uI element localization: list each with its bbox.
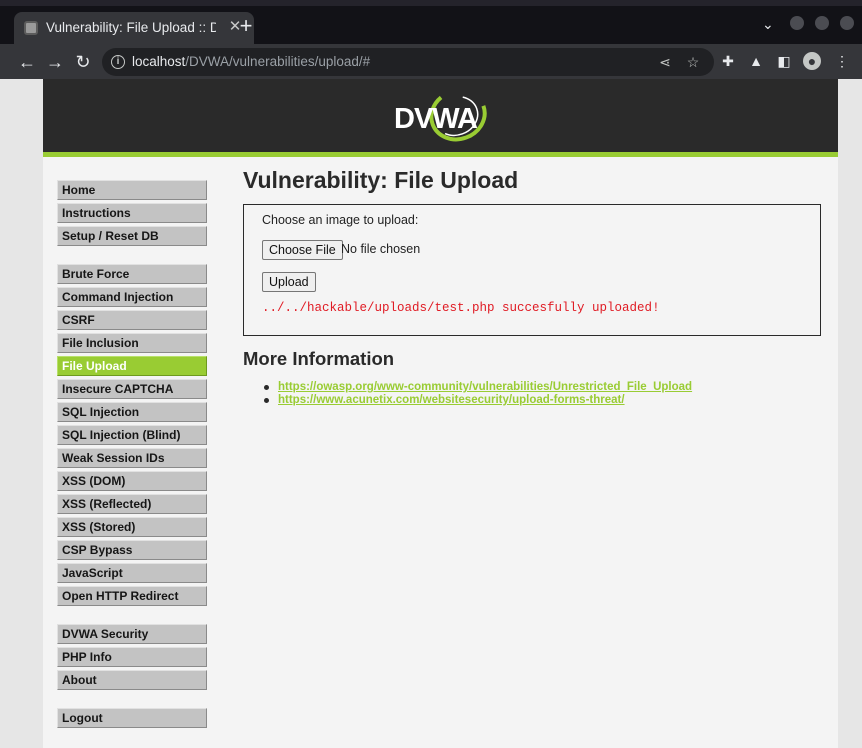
owasp-link[interactable]: https://owasp.org/www-community/vulnerab… (278, 381, 692, 393)
active-tab[interactable]: Vulnerability: File Upload :: Damn Vulne… (14, 12, 254, 44)
page-viewport: DVWA Home Instructions Setup / Reset DB … (0, 79, 862, 748)
url-path: /DVWA/vulnerabilities/upload/# (185, 54, 371, 69)
close-window-button[interactable] (840, 16, 854, 30)
list-item: https://www.acunetix.com/websitesecurity… (261, 394, 692, 407)
forward-icon[interactable]: → (45, 52, 65, 72)
menu-item-insecure-captcha[interactable]: Insecure CAPTCHA (57, 379, 207, 399)
profile-icon[interactable]: ● (803, 52, 821, 70)
star-icon[interactable]: ☆ (684, 53, 702, 71)
window-top-edge (0, 0, 862, 6)
tab-title: Vulnerability: File Upload :: Damn Vulne… (46, 20, 216, 35)
menu-item-open-http-redirect[interactable]: Open HTTP Redirect (57, 586, 207, 606)
maximize-button[interactable] (815, 16, 829, 30)
menu-item-home[interactable]: Home (57, 180, 207, 200)
page-title: Vulnerability: File Upload (243, 167, 519, 193)
menu-item-logout[interactable]: Logout (57, 708, 207, 728)
more-info-links: https://owasp.org/www-community/vulnerab… (261, 381, 692, 407)
choose-file-button[interactable]: Choose File (262, 240, 343, 260)
menu-item-file-upload[interactable]: File Upload (57, 356, 207, 376)
menu-divider (57, 609, 207, 624)
menu-item-xss-dom[interactable]: XSS (DOM) (57, 471, 207, 491)
menu-item-command-injection[interactable]: Command Injection (57, 287, 207, 307)
upload-button[interactable]: Upload (262, 272, 316, 292)
tab-strip: Vulnerability: File Upload :: Damn Vulne… (0, 0, 862, 44)
tab-search-chevron-icon[interactable]: ⌄ (762, 16, 774, 33)
labs-icon[interactable]: ▲ (747, 52, 765, 70)
new-tab-icon[interactable]: + (236, 15, 256, 37)
menu-item-brute-force[interactable]: Brute Force (57, 264, 207, 284)
header-accent-stripe (43, 152, 838, 157)
menu-item-sql-injection-blind[interactable]: SQL Injection (Blind) (57, 425, 207, 445)
extensions-icon[interactable]: ✚ (719, 52, 737, 70)
main-content: Vulnerability: File Upload Choose an ima… (243, 165, 823, 406)
menu-item-instructions[interactable]: Instructions (57, 203, 207, 223)
menu-divider (57, 249, 207, 264)
site-header: DVWA (43, 79, 838, 157)
sidebar-menu: Home Instructions Setup / Reset DB Brute… (57, 180, 207, 731)
address-bar[interactable]: i localhost/DVWA/vulnerabilities/upload/… (102, 48, 714, 76)
menu-item-php-info[interactable]: PHP Info (57, 647, 207, 667)
menu-icon[interactable]: ⋮ (833, 52, 851, 70)
menu-item-csrf[interactable]: CSRF (57, 310, 207, 330)
acunetix-link[interactable]: https://www.acunetix.com/websitesecurity… (278, 394, 625, 406)
list-item: https://owasp.org/www-community/vulnerab… (261, 381, 692, 394)
upload-form-box: Choose an image to upload: Choose File N… (243, 204, 821, 336)
dvwa-favicon-icon (24, 21, 38, 35)
info-icon[interactable]: i (111, 55, 125, 69)
menu-divider (57, 693, 207, 708)
no-file-chosen-text: No file chosen (341, 242, 421, 256)
reload-icon[interactable]: ↻ (73, 52, 93, 72)
menu-item-about[interactable]: About (57, 670, 207, 690)
more-information-heading: More Information (243, 348, 395, 369)
upload-result-message: ../../hackable/uploads/test.php succesfu… (262, 301, 660, 315)
menu-item-dvwa-security[interactable]: DVWA Security (57, 624, 207, 644)
menu-item-xss-reflected[interactable]: XSS (Reflected) (57, 494, 207, 514)
url-host: localhost (132, 54, 186, 69)
menu-item-xss-stored[interactable]: XSS (Stored) (57, 517, 207, 537)
dvwa-logo[interactable]: DVWA (392, 85, 492, 147)
menu-item-file-inclusion[interactable]: File Inclusion (57, 333, 207, 353)
minimize-button[interactable] (790, 16, 804, 30)
logo-text: DVWA (394, 103, 478, 135)
share-icon[interactable]: ⋖ (656, 53, 674, 71)
choose-image-label: Choose an image to upload: (262, 213, 419, 227)
page-container: DVWA Home Instructions Setup / Reset DB … (43, 79, 838, 748)
url-text[interactable]: localhost/DVWA/vulnerabilities/upload/# (132, 54, 370, 69)
back-icon[interactable]: ← (17, 52, 37, 72)
menu-item-javascript[interactable]: JavaScript (57, 563, 207, 583)
menu-item-weak-session-ids[interactable]: Weak Session IDs (57, 448, 207, 468)
sidepanel-icon[interactable]: ◧ (775, 52, 793, 70)
menu-item-sql-injection[interactable]: SQL Injection (57, 402, 207, 422)
menu-item-setup-reset-db[interactable]: Setup / Reset DB (57, 226, 207, 246)
menu-item-csp-bypass[interactable]: CSP Bypass (57, 540, 207, 560)
